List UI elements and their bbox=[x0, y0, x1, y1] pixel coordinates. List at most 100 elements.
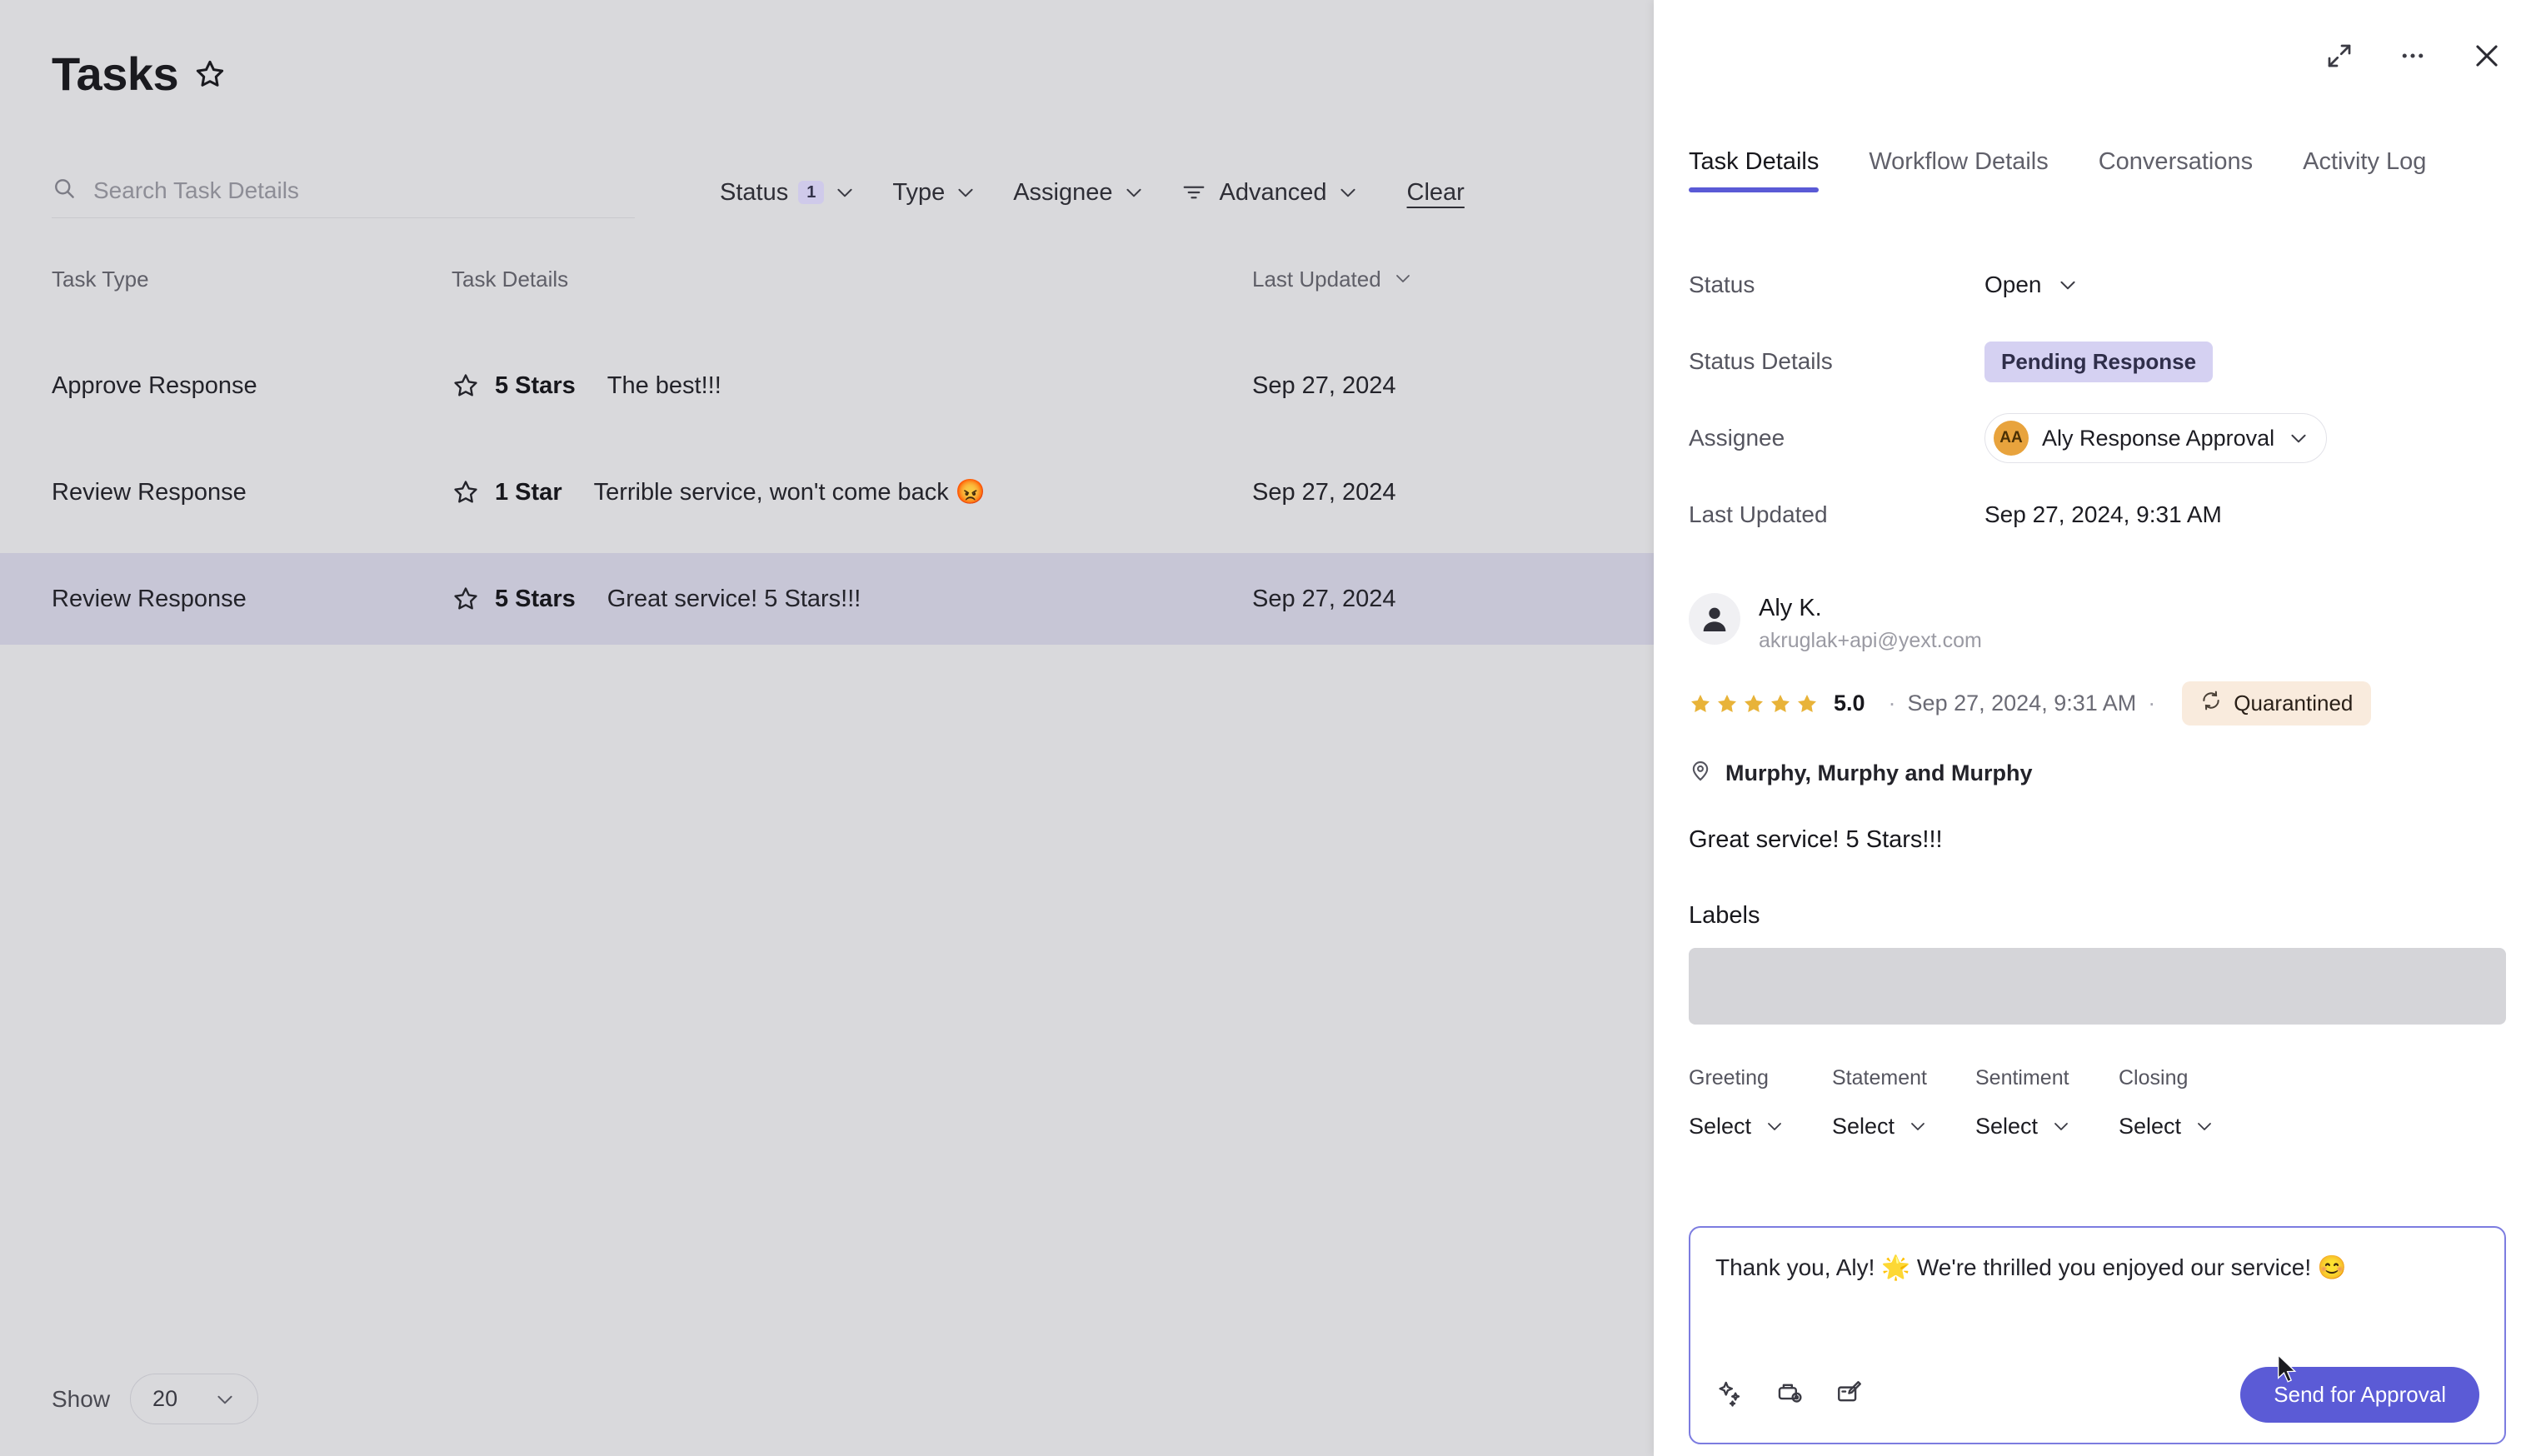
assignee-value: AA Aly Response Approval bbox=[1984, 413, 2327, 463]
column-header-task-details: Task Details bbox=[452, 267, 1252, 292]
response-composer[interactable]: Thank you, Aly! 🌟 We're thrilled you enj… bbox=[1689, 1226, 2506, 1444]
page-size-select[interactable]: 20 bbox=[130, 1374, 258, 1424]
filter-type-label: Type bbox=[892, 179, 945, 207]
star-outline-icon bbox=[452, 371, 480, 400]
status-badge: Pending Response bbox=[1984, 342, 2213, 382]
ai-sparkle-icon[interactable] bbox=[1715, 1379, 1744, 1411]
status-details-label: Status Details bbox=[1689, 348, 1984, 375]
clear-filters-button[interactable]: Clear bbox=[1402, 171, 1470, 215]
assignee-label: Assignee bbox=[1689, 425, 1984, 451]
filter-advanced[interactable]: Advanced bbox=[1163, 171, 1377, 215]
chevron-down-icon bbox=[1765, 1116, 1786, 1138]
compose-edit-icon[interactable] bbox=[1835, 1379, 1864, 1411]
separator-dot: · bbox=[1889, 691, 1896, 716]
sentiment-select[interactable]: Select bbox=[1975, 1114, 2119, 1139]
statement-select[interactable]: Select bbox=[1832, 1114, 1975, 1139]
select-group-closing: Closing Select bbox=[2119, 1066, 2262, 1139]
task-detail-panel: Task Details Workflow Details Conversati… bbox=[1654, 0, 2541, 1456]
filter-type[interactable]: Type bbox=[874, 171, 995, 215]
cell-last-updated: Sep 27, 2024 bbox=[1252, 479, 1602, 506]
assignee-select[interactable]: AA Aly Response Approval bbox=[1984, 413, 2327, 463]
table-row[interactable]: Review Response 1 Star Terrible service,… bbox=[0, 446, 1654, 538]
cell-snippet: The best!!! bbox=[607, 372, 721, 400]
greeting-select[interactable]: Select bbox=[1689, 1114, 1832, 1139]
chevron-down-icon bbox=[2057, 274, 2079, 296]
review-card: Aly K. akruglak+api@yext.com 5.0 · Sep 2… bbox=[1689, 593, 2506, 1139]
column-header-last-updated[interactable]: Last Updated bbox=[1252, 267, 1602, 292]
tab-task-details[interactable]: Task Details bbox=[1689, 148, 1819, 192]
cell-task-type: Review Response bbox=[52, 479, 452, 506]
cell-snippet: Great service! 5 Stars!!! bbox=[607, 586, 861, 613]
sentiment-select-value: Select bbox=[1975, 1114, 2038, 1139]
meta-row-status-details: Status Details Pending Response bbox=[1689, 323, 2506, 400]
composer-text[interactable]: Thank you, Aly! 🌟 We're thrilled you enj… bbox=[1715, 1251, 2479, 1284]
labels-input[interactable] bbox=[1689, 948, 2506, 1025]
cell-rating: 1 Star bbox=[495, 479, 562, 506]
labels-heading: Labels bbox=[1689, 902, 2506, 930]
statement-label: Statement bbox=[1832, 1066, 1975, 1090]
review-body: Great service! 5 Stars!!! bbox=[1689, 826, 2506, 854]
page-header: Tasks bbox=[0, 0, 1654, 101]
search-field[interactable] bbox=[52, 167, 635, 218]
quarantined-label: Quarantined bbox=[2234, 691, 2353, 716]
expand-icon[interactable] bbox=[2324, 41, 2354, 71]
chevron-down-icon bbox=[834, 182, 856, 203]
status-select[interactable]: Open bbox=[1984, 272, 2079, 298]
last-updated-value: Sep 27, 2024, 9:31 AM bbox=[1984, 501, 2222, 528]
search-input[interactable] bbox=[93, 177, 635, 204]
review-rating-row: 5.0 · Sep 27, 2024, 9:31 AM · Quarantine… bbox=[1689, 681, 2506, 726]
more-options-icon[interactable] bbox=[2398, 41, 2428, 71]
tab-activity-log[interactable]: Activity Log bbox=[2303, 148, 2426, 192]
cell-task-type: Approve Response bbox=[52, 372, 452, 400]
send-for-approval-button[interactable]: Send for Approval bbox=[2240, 1367, 2479, 1423]
star-outline-icon bbox=[452, 585, 480, 613]
close-icon[interactable] bbox=[2471, 40, 2503, 72]
tasks-table: Task Type Task Details Last Updated Appr… bbox=[0, 250, 1654, 645]
panel-action-bar bbox=[2324, 40, 2503, 72]
status-details-value: Pending Response bbox=[1984, 342, 2213, 382]
select-group-statement: Statement Select bbox=[1832, 1066, 1975, 1139]
avatar bbox=[1689, 593, 1740, 645]
reviewer-identity: Aly K. akruglak+api@yext.com bbox=[1689, 593, 2506, 653]
map-pin-icon bbox=[1689, 759, 1712, 788]
sync-icon bbox=[2200, 690, 2222, 717]
tab-workflow-details[interactable]: Workflow Details bbox=[1869, 148, 2048, 192]
chevron-down-icon bbox=[214, 1389, 236, 1410]
panel-tab-bar: Task Details Workflow Details Conversati… bbox=[1689, 148, 2541, 192]
sentiment-label: Sentiment bbox=[1975, 1066, 2119, 1090]
review-date: Sep 27, 2024, 9:31 AM bbox=[1908, 691, 2137, 716]
reviewer-text: Aly K. akruglak+api@yext.com bbox=[1759, 593, 1982, 653]
star-outline-icon bbox=[452, 478, 480, 506]
star-rating-icons bbox=[1689, 692, 1819, 716]
search-icon bbox=[52, 176, 77, 205]
filter-sliders-icon bbox=[1181, 180, 1206, 205]
column-header-task-type: Task Type bbox=[52, 267, 452, 292]
star-outline-icon[interactable] bbox=[193, 57, 227, 91]
separator-dot: · bbox=[2148, 691, 2155, 716]
chevron-down-icon bbox=[2288, 427, 2309, 449]
composer-toolbar: Send for Approval bbox=[1715, 1367, 2479, 1423]
filter-bar: Status 1 Type Assignee bbox=[52, 157, 1602, 228]
filter-status[interactable]: Status 1 bbox=[701, 171, 874, 215]
page-size-value: 20 bbox=[152, 1386, 177, 1412]
saved-reply-icon[interactable] bbox=[1775, 1379, 1804, 1411]
table-row[interactable]: Review Response 5 Stars Great service! 5… bbox=[0, 553, 1654, 645]
reviewer-email: akruglak+api@yext.com bbox=[1759, 629, 1982, 653]
meta-row-status: Status Open bbox=[1689, 247, 2506, 323]
cell-task-type: Review Response bbox=[52, 586, 452, 613]
task-meta-list: Status Open Status Details Pending Respo… bbox=[1689, 247, 2506, 553]
greeting-select-value: Select bbox=[1689, 1114, 1751, 1139]
cell-snippet: Terrible service, won't come back 😡 bbox=[594, 478, 986, 506]
tab-conversations[interactable]: Conversations bbox=[2099, 148, 2253, 192]
cell-task-details: 5 Stars The best!!! bbox=[452, 371, 1252, 400]
reviewer-name: Aly K. bbox=[1759, 593, 1982, 623]
filter-advanced-label: Advanced bbox=[1220, 179, 1327, 207]
cell-rating: 5 Stars bbox=[495, 372, 576, 400]
status-badge-quarantined: Quarantined bbox=[2182, 681, 2371, 726]
filter-assignee[interactable]: Assignee bbox=[995, 171, 1162, 215]
select-group-sentiment: Sentiment Select bbox=[1975, 1066, 2119, 1139]
statement-select-value: Select bbox=[1832, 1114, 1895, 1139]
closing-select[interactable]: Select bbox=[2119, 1114, 2262, 1139]
table-row[interactable]: Approve Response 5 Stars The best!!! Sep… bbox=[0, 340, 1654, 431]
last-updated-label: Last Updated bbox=[1689, 501, 1984, 528]
